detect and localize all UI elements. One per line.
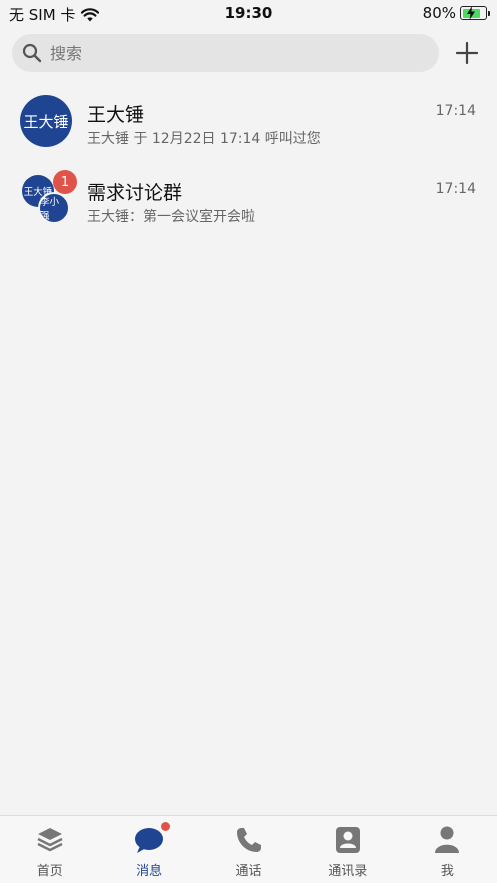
tab-me[interactable]: 我 — [398, 816, 497, 883]
avatar: 王大锤 — [20, 95, 72, 147]
battery-percent: 80% — [422, 4, 456, 22]
chat-bubble-icon — [135, 828, 164, 853]
tab-bar: 首页 消息 通话 通讯录 我 — [0, 815, 497, 883]
battery-icon — [460, 6, 490, 20]
tab-home[interactable]: 首页 — [0, 816, 99, 883]
tab-label: 通讯录 — [328, 864, 368, 879]
contacts-icon — [335, 827, 360, 853]
layers-icon — [37, 828, 63, 852]
status-right: 80% — [422, 4, 490, 22]
phone-icon — [236, 828, 261, 852]
notification-dot — [161, 822, 171, 831]
tab-label: 通话 — [235, 864, 262, 879]
tab-label: 首页 — [36, 864, 63, 879]
status-bar: 无 SIM 卡 19:30 80% — [0, 0, 497, 26]
search-bar[interactable] — [12, 34, 439, 72]
group-member-avatar: 李小强 — [38, 192, 70, 224]
unread-badge: 1 — [53, 170, 77, 194]
conversation-item[interactable]: 王大锤 王大锤 王大锤 于 12月22日 17:14 呼叫过您 17:14 — [0, 86, 497, 162]
conversation-time: 17:14 — [435, 181, 476, 197]
search-icon — [22, 43, 42, 63]
messages-screen: 无 SIM 卡 19:30 80% 王大锤 — [0, 0, 497, 883]
conversation-preview: 王大锤：第一会议室开会啦 — [87, 209, 255, 225]
tab-messages[interactable]: 消息 — [99, 816, 198, 883]
tab-label: 我 — [440, 864, 454, 879]
tab-contacts[interactable]: 通讯录 — [298, 816, 397, 883]
person-icon — [435, 826, 460, 853]
conversation-time: 17:14 — [435, 103, 476, 119]
search-input[interactable] — [50, 43, 410, 63]
conversation-name: 需求讨论群 — [87, 182, 183, 204]
tab-label: 消息 — [136, 864, 163, 879]
conversation-name: 王大锤 — [87, 104, 145, 126]
tab-calls[interactable]: 通话 — [199, 816, 298, 883]
add-button[interactable] — [455, 41, 479, 65]
conversation-preview: 王大锤 于 12月22日 17:14 呼叫过您 — [87, 131, 321, 147]
